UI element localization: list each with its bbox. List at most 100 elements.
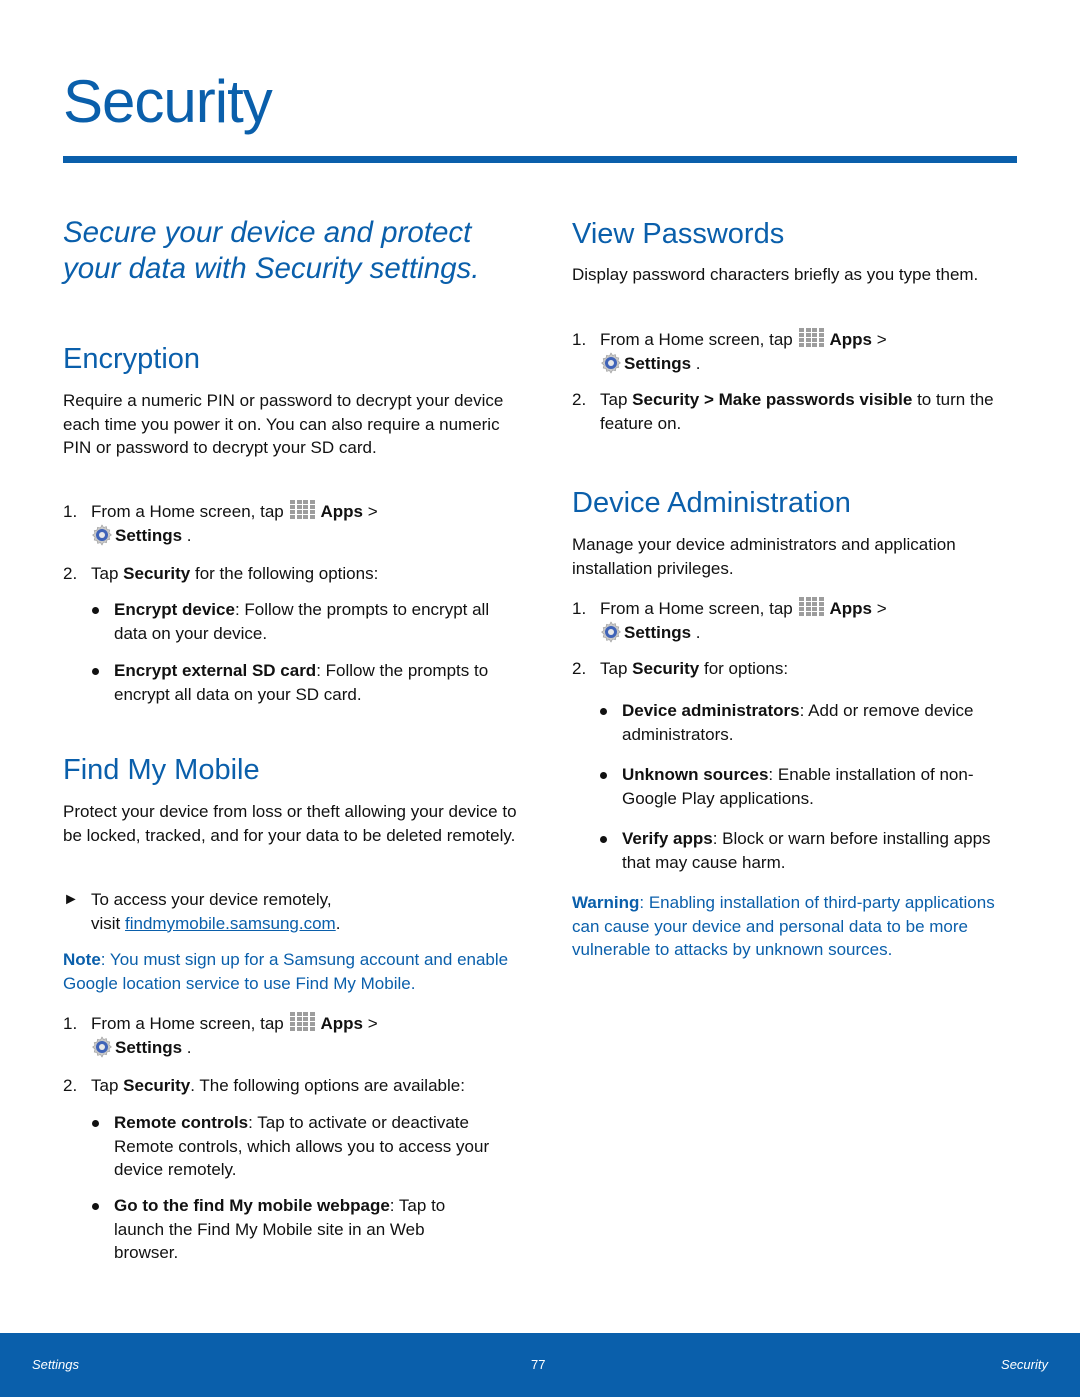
settings-label: Settings: [624, 622, 692, 642]
view-passwords-description: Display password characters briefly as y…: [572, 265, 979, 284]
encryption-step-1: 1. From a Home screen, tap Apps > Settin…: [63, 500, 518, 547]
footer-chapter: Settings: [32, 1357, 79, 1372]
bullet-term: Verify apps: [622, 829, 713, 848]
step-number: 2.: [63, 1076, 78, 1095]
instruction-text: To access your device remotely,: [91, 890, 332, 909]
bullet-term: Device administrators: [622, 701, 800, 720]
find-my-mobile-bullet-webpage: Go to the find My mobile webpage: Tap to…: [92, 1194, 452, 1265]
step-end: .: [695, 622, 701, 642]
bullet-icon: [92, 1203, 99, 1210]
encryption-heading: Encryption: [63, 343, 201, 375]
page-footer: Settings 77 Security: [0, 1333, 1080, 1397]
apps-grid-icon: [799, 328, 826, 348]
apps-label: Apps: [829, 330, 872, 349]
apps-grid-icon: [799, 597, 826, 617]
step-number: 2.: [572, 390, 587, 409]
step-number: 1.: [572, 599, 587, 618]
encryption-bullet-encrypt-sd: Encrypt external SD card: Follow the pro…: [92, 659, 517, 706]
bullet-icon: [92, 1120, 99, 1127]
step-text: Tap: [91, 1076, 119, 1095]
page-title: Security: [63, 68, 273, 135]
settings-gear-icon: [91, 523, 113, 546]
settings-label: Settings: [115, 1037, 183, 1057]
step-number: 2.: [63, 564, 78, 583]
note-text: : You must sign up for a Samsung account…: [63, 950, 509, 993]
encryption-step-2: 2. Tap Security for the following option…: [63, 562, 518, 586]
step-end: .: [695, 353, 701, 373]
separator: >: [367, 1014, 378, 1033]
bullet-icon: [600, 772, 607, 779]
settings-gear-icon: [600, 620, 622, 643]
settings-gear-icon: [91, 1035, 113, 1058]
separator: >: [876, 330, 887, 349]
apps-label: Apps: [320, 1014, 363, 1033]
bullet-term: Go to the find My mobile webpage: [114, 1196, 390, 1215]
apps-grid-icon: [290, 1012, 317, 1032]
step-text: Tap: [600, 659, 628, 678]
bullet-term: Remote controls: [114, 1113, 249, 1132]
device-administration-step-2: 2. Tap Security for options:: [572, 657, 1022, 681]
findmymobile-link[interactable]: findmymobile.samsung.com: [125, 914, 336, 933]
device-administration-description: Manage your device administrators and ap…: [572, 535, 956, 578]
instruction-text: visit: [91, 913, 121, 933]
step-text: for options:: [703, 659, 789, 678]
step-text: From a Home screen, tap: [600, 330, 793, 349]
separator: >: [876, 599, 887, 618]
find-my-mobile-description: Protect your device from loss or theft a…: [63, 802, 517, 845]
find-my-mobile-note: Note: You must sign up for a Samsung acc…: [63, 948, 518, 995]
find-my-mobile-step-1: 1. From a Home screen, tap Apps > Settin…: [63, 1012, 518, 1059]
warning-label: Warning: [572, 893, 640, 912]
bullet-icon: [92, 607, 99, 614]
footer-section: Security: [1001, 1357, 1048, 1372]
apps-grid-icon: [290, 500, 317, 520]
device-administration-bullet-administrators: Device administrators: Add or remove dev…: [600, 699, 1020, 746]
bullet-icon: [600, 836, 607, 843]
find-my-mobile-bullet-remote-controls: Remote controls: Tap to activate or deac…: [92, 1111, 517, 1182]
device-administration-bullet-unknown-sources: Unknown sources: Enable installation of …: [600, 763, 1020, 810]
device-administration-bullet-verify-apps: Verify apps: Block or warn before instal…: [600, 827, 1020, 874]
find-my-mobile-heading: Find My Mobile: [63, 754, 260, 786]
find-my-mobile-step-2: 2. Tap Security. The following options a…: [63, 1074, 518, 1098]
step-number: 2.: [572, 659, 587, 678]
security-label: Security: [123, 1076, 191, 1095]
step-end: .: [186, 1037, 192, 1057]
step-text: Tap: [600, 390, 628, 409]
step-number: 1.: [63, 502, 78, 521]
intro-tagline: Secure your device and protect your data…: [63, 216, 480, 285]
note-label: Note: [63, 950, 101, 969]
settings-label: Settings: [624, 353, 692, 373]
device-administration-heading: Device Administration: [572, 487, 851, 519]
device-administration-warning: Warning: Enabling installation of third-…: [572, 891, 1022, 962]
step-text: From a Home screen, tap: [91, 502, 284, 521]
step-text: From a Home screen, tap: [91, 1014, 284, 1033]
settings-gear-icon: [600, 351, 622, 374]
separator: >: [367, 502, 378, 521]
step-text: . The following options are available:: [190, 1076, 465, 1095]
bullet-term: Encrypt external SD card: [114, 661, 317, 680]
encryption-description: Require a numeric PIN or password to dec…: [63, 391, 504, 457]
bullet-term: Encrypt device: [114, 600, 235, 619]
step-number: 1.: [63, 1014, 78, 1033]
title-divider: [63, 156, 1017, 163]
bullet-term: Unknown sources: [622, 765, 769, 784]
apps-label: Apps: [320, 502, 363, 521]
settings-label: Settings: [115, 525, 183, 545]
view-passwords-step-2: 2. Tap Security > Make passwords visible…: [572, 388, 1022, 435]
security-label: Security: [632, 659, 700, 678]
footer-page-number: 77: [531, 1357, 546, 1372]
view-passwords-step-1: 1. From a Home screen, tap Apps > Settin…: [572, 328, 1022, 375]
step-text: From a Home screen, tap: [600, 599, 793, 618]
remote-access-instruction: ► To access your device remotely, visit …: [63, 888, 518, 935]
instruction-end: .: [335, 913, 341, 933]
apps-label: Apps: [829, 599, 872, 618]
step-number: 1.: [572, 330, 587, 349]
step-text: for the following options:: [194, 564, 379, 583]
security-path-label: Security > Make passwords visible: [632, 390, 913, 409]
step-text: Tap: [91, 564, 119, 583]
encryption-bullet-encrypt-device: Encrypt device: Follow the prompts to en…: [92, 598, 517, 645]
device-administration-step-1: 1. From a Home screen, tap Apps > Settin…: [572, 597, 1022, 644]
step-end: .: [186, 525, 192, 545]
arrow-right-icon: ►: [63, 891, 79, 908]
view-passwords-heading: View Passwords: [572, 218, 785, 250]
bullet-icon: [600, 708, 607, 715]
